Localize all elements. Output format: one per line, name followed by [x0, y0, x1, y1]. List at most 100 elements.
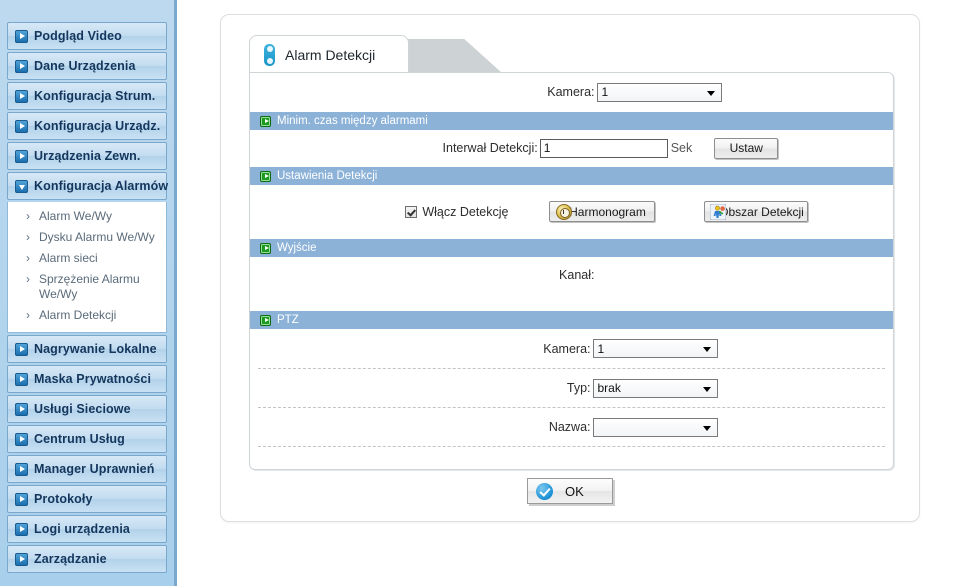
interval-input[interactable]: 1 — [539, 138, 668, 158]
schedule-button[interactable]: Harmonogram — [548, 201, 655, 222]
camera-top-select[interactable]: 1 — [596, 82, 722, 102]
ptz-type-value: brak — [597, 381, 621, 395]
section-title: Minim. czas między alarmami — [277, 115, 428, 127]
detection-area-icon — [709, 203, 726, 221]
interval-unit: Sek — [670, 141, 693, 155]
green-arrow-icon — [260, 115, 271, 127]
sidebar-item-label: Urządzenia Zewn. — [34, 149, 141, 163]
tab-alarm-detekcji[interactable]: Alarm Detekcji — [249, 35, 409, 73]
chevron-down-icon — [702, 425, 711, 431]
alarm-detection-form: Kamera: 1 Minim. czas między alarmami In… — [249, 72, 894, 470]
sidebar-item-label: Usługi Sieciowe — [34, 402, 131, 416]
chevron-down-icon — [702, 347, 711, 352]
ptz-camera-select[interactable]: 1 — [592, 339, 718, 358]
ptz-camera-value: 1 — [597, 341, 605, 356]
sidebar-item-konfiguracja-alarmow[interactable]: Konfiguracja Alarmów — [7, 172, 169, 200]
sidebar-item-label: Maska Prywatności — [34, 372, 152, 386]
section-header-output: Wyjście — [250, 238, 893, 257]
chevron-right-icon: › — [26, 209, 30, 223]
sidebar-subitem-alarm-detekcji[interactable]: › Alarm Detekcji — [8, 305, 166, 326]
sidebar-subitem-sprzezenie-alarmu-wewy[interactable]: › Sprzężenie Alarmu We/Wy — [8, 269, 166, 305]
enable-detection-label: Włącz Detekcję — [422, 204, 509, 219]
play-right-icon — [15, 432, 28, 446]
sidebar-item-label: Logi urządzenia — [34, 522, 130, 536]
ok-button[interactable]: OK — [527, 478, 613, 504]
sidebar-subitem-alarm-sieci[interactable]: › Alarm sieci — [8, 248, 166, 269]
chevron-right-icon: › — [26, 272, 30, 286]
ptz-name-label: Nazwa: — [548, 420, 591, 434]
chevron-right-icon: › — [26, 230, 30, 244]
sidebar-item-label: Zarządzanie — [34, 552, 107, 566]
ptz-type-select[interactable]: brak — [592, 378, 718, 398]
play-right-icon — [15, 402, 28, 416]
green-arrow-icon — [260, 170, 271, 182]
sidebar-item-konfiguracja-urzadz[interactable]: Konfiguracja Urządz. — [7, 112, 167, 140]
sidebar-item-maska-prywatnosci[interactable]: Maska Prywatności — [7, 365, 167, 393]
sidebar-item-label: Protokoły — [34, 492, 93, 506]
sidebar-submenu: › Alarm We/Wy › Dysku Alarmu We/Wy › Ala… — [7, 202, 167, 333]
sidebar-item-label: Konfiguracja Alarmów — [34, 179, 169, 193]
sidebar-item-label: Centrum Usług — [34, 432, 125, 446]
detection-area-button[interactable]: Obszar Detekcji — [703, 201, 808, 222]
sidebar-subitem-alarm-wewy[interactable]: › Alarm We/Wy — [8, 206, 166, 227]
sidebar-subitem-dysku-alarmu-wewy[interactable]: › Dysku Alarmu We/Wy — [8, 227, 166, 248]
play-right-icon — [15, 59, 28, 73]
ptz-camera-label: Kamera: — [543, 341, 591, 356]
section-header-detection: Ustawienia Detekcji — [250, 166, 893, 185]
sidebar-item-nagrywanie-lokalne[interactable]: Nagrywanie Lokalne — [7, 335, 167, 363]
section-header-interval: Minim. czas między alarmami — [250, 111, 893, 130]
ptz-name-row: Nazwa: — [258, 408, 885, 447]
section-title: Wyjście — [277, 242, 317, 254]
play-right-icon — [15, 119, 28, 133]
play-right-icon — [15, 149, 28, 163]
sidebar-item-manager-uprawnien[interactable]: Manager Uprawnień — [7, 455, 167, 483]
play-right-icon — [15, 342, 28, 356]
chevron-right-icon: › — [26, 308, 30, 322]
channel-label: Kanał: — [559, 268, 595, 282]
play-right-icon — [15, 462, 28, 476]
play-right-icon — [15, 522, 28, 536]
sidebar-subitem-label: Sprzężenie Alarmu We/Wy — [39, 272, 140, 301]
camera-top-row: Kamera: 1 — [250, 73, 893, 111]
set-interval-label: Ustaw — [729, 141, 763, 155]
sidebar: Podgląd Video Dane Urządzenia Konfigurac… — [0, 0, 177, 586]
footer-actions: OK — [221, 478, 919, 504]
camera-top-value: 1 — [601, 85, 609, 99]
sidebar-item-zarzadzanie[interactable]: Zarządzanie — [7, 545, 167, 573]
tab-label: Alarm Detekcji — [285, 46, 376, 63]
enable-detection-checkbox[interactable] — [405, 205, 418, 218]
interval-label: Interwał Detekcji: — [442, 141, 538, 155]
sidebar-item-konfiguracja-strum[interactable]: Konfiguracja Strum. — [7, 82, 167, 110]
sidebar-subitem-label: Alarm We/Wy — [39, 209, 113, 223]
sidebar-subitem-label: Alarm sieci — [39, 251, 98, 265]
section-title: PTZ — [277, 314, 299, 326]
sidebar-item-urzadzenia-zewn[interactable]: Urządzenia Zewn. — [7, 142, 167, 170]
play-right-icon — [15, 29, 28, 43]
sidebar-item-centrum-uslug[interactable]: Centrum Usług — [7, 425, 167, 453]
sidebar-item-logi-urzadzenia[interactable]: Logi urządzenia — [7, 515, 167, 543]
sidebar-subitem-label: Alarm Detekcji — [39, 308, 117, 322]
play-right-icon — [15, 89, 28, 103]
play-right-icon — [15, 552, 28, 566]
sidebar-item-protokoly[interactable]: Protokoły — [7, 485, 167, 513]
green-arrow-icon — [260, 242, 271, 254]
sidebar-item-dane-urzadzenia[interactable]: Dane Urządzenia — [7, 52, 167, 80]
content-card: Alarm Detekcji Kamera: 1 Minim. czas mię… — [220, 14, 920, 522]
sidebar-item-uslugi-sieciowe[interactable]: Usługi Sieciowe — [7, 395, 167, 423]
chevron-down-icon — [702, 386, 711, 392]
sidebar-item-label: Konfiguracja Strum. — [34, 89, 156, 103]
camera-top-label: Kamera: — [547, 85, 595, 99]
interval-row: Interwał Detekcji: 1 Sek Ustaw — [250, 130, 893, 166]
chevron-right-icon: › — [26, 251, 30, 265]
detection-settings-row: Włącz Detekcję Harmonogram Obszar Detekc… — [250, 185, 893, 238]
green-arrow-icon — [260, 314, 271, 326]
ptz-name-select[interactable] — [592, 417, 718, 437]
set-interval-button[interactable]: Ustaw — [714, 137, 779, 159]
play-right-icon — [15, 492, 28, 506]
section-header-ptz: PTZ — [250, 310, 893, 329]
enable-detection-group[interactable]: Włącz Detekcję — [336, 205, 511, 219]
tab-bar: Alarm Detekcji — [249, 35, 894, 73]
ptz-type-row: Typ: brak — [258, 369, 885, 408]
sidebar-item-podglad-video[interactable]: Podgląd Video — [7, 22, 167, 50]
play-down-icon — [15, 179, 28, 193]
